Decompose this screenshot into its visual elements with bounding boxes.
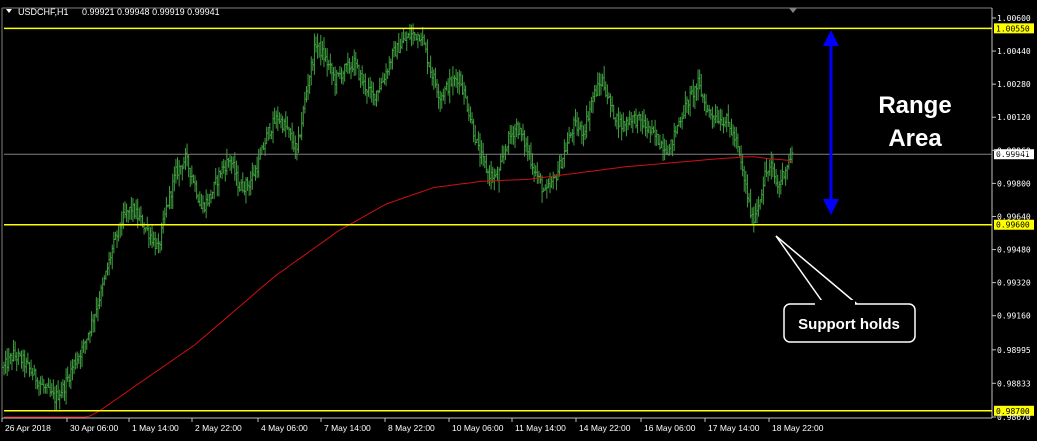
price-tick-label: 0.98995	[997, 346, 1031, 355]
price-tick-label: 1.00120	[997, 113, 1031, 122]
callout-text: Support holds	[798, 316, 900, 333]
time-tick-label: 26 Apr 2018	[5, 423, 51, 433]
price-tick-label: 0.99320	[997, 279, 1031, 288]
price-tick-label: 0.99800	[997, 179, 1031, 188]
time-tick-label: 11 May 14:00	[515, 423, 566, 433]
time-tick-label: 7 May 14:00	[324, 423, 371, 433]
price-tick-label: 0.99640	[997, 212, 1031, 221]
price-tick-label: 1.00280	[997, 80, 1031, 89]
time-tick-label: 8 May 22:00	[388, 423, 435, 433]
range-label-line2: Area	[888, 125, 942, 152]
time-tick-label: 14 May 22:00	[579, 423, 631, 433]
price-tick-label: 1.00600	[997, 14, 1031, 23]
time-tick-label: 2 May 22:00	[195, 423, 242, 433]
time-tick-label: 1 May 14:00	[132, 423, 179, 433]
price-tick-label: 1.00440	[997, 47, 1031, 56]
time-tick-label: 18 May 22:00	[772, 423, 824, 433]
range-label-line1: Range	[878, 92, 951, 119]
price-tick-label: 0.98833	[997, 379, 1031, 388]
price-tick-label: 0.99960	[997, 146, 1031, 155]
time-tick-label: 17 May 14:00	[708, 423, 760, 433]
time-tick-label: 16 May 06:00	[644, 423, 696, 433]
symbol-timeframe: USDCHF,H1	[18, 7, 69, 17]
chart-background	[0, 0, 1037, 441]
callout-joint-mask	[815, 300, 855, 306]
price-level-label: 0.99600	[996, 221, 1030, 230]
ohlc-readout: 0.99921 0.99948 0.99919 0.99941	[82, 7, 220, 17]
price-level-label: 1.00550	[996, 24, 1030, 33]
price-tick-label: 0.99160	[997, 312, 1031, 321]
time-tick-label: 4 May 06:00	[261, 423, 308, 433]
price-tick-label: 0.98670	[997, 413, 1031, 422]
price-tick-label: 0.99480	[997, 246, 1031, 255]
time-tick-label: 30 Apr 06:00	[70, 423, 118, 433]
price-chart[interactable]: USDCHF,H1 0.99921 0.99948 0.99919 0.9994…	[0, 0, 1037, 441]
time-tick-label: 10 May 06:00	[452, 423, 504, 433]
